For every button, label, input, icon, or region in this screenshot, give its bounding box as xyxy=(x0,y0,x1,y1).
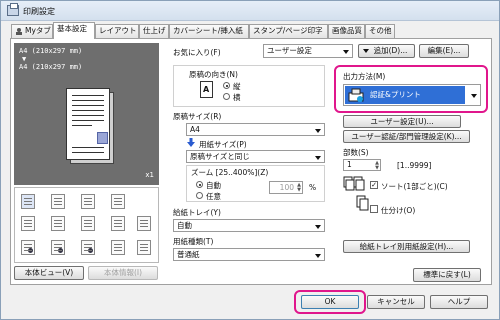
offset-checkbox[interactable] xyxy=(370,205,378,213)
ok-button[interactable]: OK xyxy=(301,295,359,309)
tab-layout[interactable]: レイアウト xyxy=(95,24,139,38)
stamp-icon xyxy=(111,216,125,231)
collate-checkbox[interactable]: ✓ xyxy=(370,181,378,189)
help-button[interactable]: ヘルプ xyxy=(430,295,488,309)
preview-original-size: A4 (210x297 mm) xyxy=(19,47,83,55)
account-icon xyxy=(81,240,95,255)
original-size-select[interactable]: A4 xyxy=(186,123,325,136)
chevron-down-icon xyxy=(315,155,321,160)
copies-badge: x1 xyxy=(145,171,154,179)
collate-icon xyxy=(343,176,365,191)
paper-tray-label: 給紙トレイ(Y) xyxy=(173,208,221,217)
chevron-down-icon xyxy=(471,94,477,98)
copies-range: [1..9999] xyxy=(397,161,432,170)
combine-icon xyxy=(51,194,65,209)
zoom-custom-radio[interactable] xyxy=(196,192,203,199)
page-number-icon xyxy=(137,216,151,231)
offset-label: 仕分け(O) xyxy=(381,206,416,215)
chevron-down-icon xyxy=(315,253,321,258)
function-icon-grid xyxy=(14,187,159,263)
preview-arrow: ▼ xyxy=(22,55,27,63)
preview-output-size: A4 (210x297 mm) xyxy=(19,63,83,71)
paper-size-select[interactable]: 原稿サイズと同じ xyxy=(186,150,325,163)
favorites-label: お気に入り(F) xyxy=(173,48,221,57)
zoom-unit: % xyxy=(309,183,317,192)
tab-other[interactable]: その他 xyxy=(365,24,395,38)
zoom-auto-radio[interactable] xyxy=(196,181,203,188)
user-auth-icon xyxy=(51,240,65,255)
image-placeholder-icon xyxy=(97,132,108,144)
paper-size-label: 用紙サイズ(P) xyxy=(199,140,247,149)
window-title: 印刷設定 xyxy=(23,7,55,16)
offset-icon xyxy=(356,195,369,211)
fold-icon xyxy=(81,216,95,231)
zoom-custom-label: 任意 xyxy=(206,192,221,201)
cancel-button[interactable]: キャンセル xyxy=(367,295,425,309)
print-settings-window: 印刷設定 Myタブ 基本設定 レイアウト 仕上げ カバーシート/挿入紙 スタンプ… xyxy=(0,0,500,320)
booklet-icon xyxy=(81,194,95,209)
tray-icon xyxy=(21,216,35,231)
cover-icon xyxy=(21,240,35,255)
printer-icon xyxy=(7,3,19,16)
user-settings-button[interactable]: ユーザー設定(U)... xyxy=(343,115,461,128)
output-method-label: 出力方法(M) xyxy=(343,72,386,81)
output-method-select[interactable]: 認証&プリント xyxy=(343,84,481,106)
title-bar: 印刷設定 xyxy=(1,1,499,21)
landscape-radio[interactable] xyxy=(223,93,230,100)
paper-type-select[interactable]: 普通紙 xyxy=(173,248,325,261)
favorites-select[interactable]: ユーザー設定 xyxy=(263,44,353,58)
portrait-radio[interactable] xyxy=(223,82,230,89)
restore-defaults-button[interactable]: 標準に戻す(L) xyxy=(413,268,481,282)
copies-input[interactable]: 1 ▲ ▼ xyxy=(343,159,381,171)
tab-image-quality[interactable]: 画像品質 xyxy=(328,24,365,38)
tab-stamp[interactable]: スタンプ/ページ印字 xyxy=(249,24,328,38)
tab-cover-sheet[interactable]: カバーシート/挿入紙 xyxy=(169,24,249,38)
tray-paper-settings-button[interactable]: 給紙トレイ別用紙設定(H)... xyxy=(343,240,470,253)
page-preview: A4 (210x297 mm) ▼ A4 (210x297 mm) x1 xyxy=(14,43,159,185)
spinner-arrows-icon: ▲ ▼ xyxy=(297,182,301,193)
chevron-down-icon xyxy=(315,128,321,133)
tab-my-tab[interactable]: Myタブ xyxy=(11,24,53,38)
copies-label: 部数(S) xyxy=(343,148,369,157)
add-favorite-button[interactable]: 追加(D)... xyxy=(358,44,415,58)
zoom-auto-label: 自動 xyxy=(206,181,221,190)
auth-settings-button[interactable]: ユーザー認証/部門管理設定(K)... xyxy=(343,130,470,143)
punch-icon xyxy=(51,216,65,231)
device-view-button[interactable]: 本体ビュー(V) xyxy=(14,266,84,280)
paper-type-label: 用紙種類(T) xyxy=(173,237,214,246)
arrow-down-icon xyxy=(187,138,195,147)
auth-print-icon xyxy=(348,88,364,102)
tab-basic[interactable]: 基本設定 xyxy=(53,22,95,39)
device-info-button[interactable]: 本体情報(I) xyxy=(88,266,158,280)
chevron-down-icon xyxy=(363,49,369,53)
paper-tray-select[interactable]: 自動 xyxy=(173,219,325,232)
orientation-label: 原稿の向き(N) xyxy=(189,70,238,79)
original-size-label: 原稿サイズ(R) xyxy=(173,112,222,121)
landscape-label: 横 xyxy=(233,93,241,102)
duplex-icon xyxy=(21,194,35,209)
zoom-value-input[interactable]: 100 ▲ ▼ xyxy=(269,181,303,194)
chevron-down-icon xyxy=(343,50,349,54)
spinner-arrows-icon: ▲ ▼ xyxy=(375,160,379,171)
tab-finishing[interactable]: 仕上げ xyxy=(139,24,169,38)
staple-icon xyxy=(111,194,125,209)
overlay-icon xyxy=(111,240,125,255)
portrait-label: 縦 xyxy=(233,82,241,91)
portrait-page-icon: A xyxy=(200,81,213,98)
chevron-down-icon xyxy=(315,224,321,229)
edit-favorite-button[interactable]: 編集(E)... xyxy=(419,44,469,58)
collate-label: ソート(1部ごと)(C) xyxy=(381,182,448,191)
my-tab-icon xyxy=(16,28,22,35)
zoom-label: ズーム [25..400%](Z) xyxy=(191,168,269,177)
watermark-icon xyxy=(137,240,151,255)
paper-sheet-icon xyxy=(66,88,110,160)
